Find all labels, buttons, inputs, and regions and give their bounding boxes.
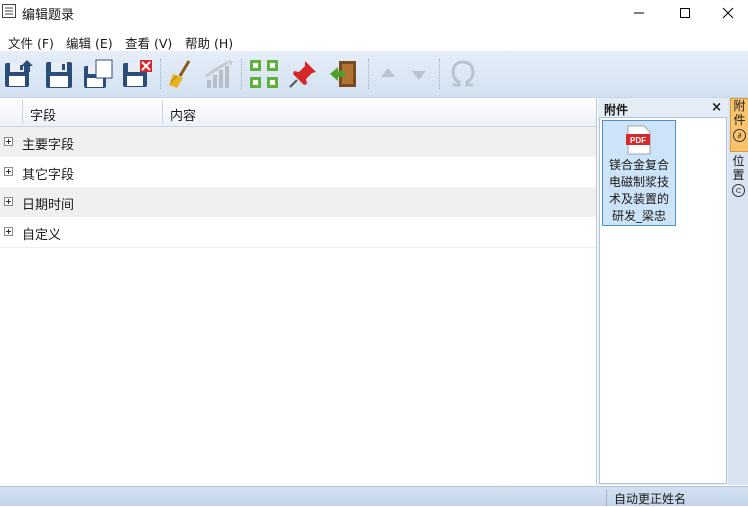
- pin-icon: [289, 61, 316, 88]
- save-icon: [46, 62, 72, 88]
- status-bar: 自动更正姓名: [0, 486, 748, 506]
- clean-button[interactable]: [165, 58, 197, 90]
- expand-plus-icon[interactable]: [4, 197, 13, 206]
- toolbar-separator: [439, 59, 441, 89]
- column-content[interactable]: 内容: [170, 105, 196, 124]
- group-label: 其它字段: [22, 168, 75, 183]
- toolbar: [0, 51, 748, 98]
- save-close-button[interactable]: [121, 58, 153, 90]
- toolbar-separator: [160, 59, 162, 89]
- omega-icon: [451, 60, 475, 87]
- attachments-panel: 附件 × PDF 镁合金复合电磁制浆技术及装置的研发_梁忠: [598, 98, 728, 485]
- save-close-icon: [123, 60, 152, 87]
- pin-button[interactable]: [287, 58, 319, 90]
- toolbar-separator: [368, 59, 370, 89]
- exit-door-icon: [330, 61, 356, 87]
- tab-location[interactable]: 位置 ⊂: [730, 154, 747, 200]
- pdf-file-icon: PDF: [626, 125, 651, 155]
- tab-location-label: 位置: [732, 154, 745, 182]
- close-icon: [722, 7, 734, 18]
- save-as-icon: [5, 60, 33, 87]
- growth-chart-icon: [205, 60, 233, 88]
- minimize-button[interactable]: [616, 0, 662, 25]
- save-as-button[interactable]: [3, 58, 35, 90]
- group-row-datetime[interactable]: 日期时间: [0, 187, 596, 217]
- panel-title: 附件: [604, 103, 629, 117]
- menu-view[interactable]: 查看 (V): [125, 33, 172, 52]
- arrange-button[interactable]: [248, 58, 280, 90]
- panel-header: 附件 ×: [598, 98, 728, 118]
- app-list-icon: [2, 4, 16, 18]
- menu-help[interactable]: 帮助 (H): [185, 33, 233, 52]
- save-copy-button[interactable]: [82, 58, 114, 90]
- down-arrow-icon: [412, 71, 426, 80]
- attachment-list: PDF 镁合金复合电磁制浆技术及装置的研发_梁忠: [599, 117, 727, 484]
- minimize-icon: [634, 12, 644, 13]
- expand-plus-icon[interactable]: [4, 137, 13, 146]
- special-char-button: [447, 58, 479, 90]
- paperclip-icon: ∂: [733, 129, 746, 142]
- exit-button[interactable]: [327, 58, 359, 90]
- menu-file[interactable]: 文件 (F): [8, 33, 54, 52]
- tab-attachments-label: 附件: [733, 99, 746, 127]
- panel-close-button[interactable]: ×: [711, 100, 722, 115]
- group-row-custom[interactable]: 自定义: [0, 217, 596, 248]
- grid-header: 字段 内容: [0, 98, 596, 127]
- expand-plus-icon[interactable]: [4, 227, 13, 236]
- side-tab-strip: 附件 ∂ 位置 ⊂: [728, 98, 748, 485]
- up-arrow-icon: [381, 68, 395, 77]
- move-up-button: [372, 58, 404, 90]
- close-button[interactable]: [708, 0, 748, 25]
- group-label: 日期时间: [22, 198, 75, 213]
- pdf-label: PDF: [630, 136, 646, 145]
- maximize-icon: [680, 7, 690, 18]
- save-copy-icon: [84, 59, 113, 88]
- header-divider: [162, 100, 163, 124]
- attachment-item[interactable]: PDF 镁合金复合电磁制浆技术及装置的研发_梁忠: [602, 120, 676, 226]
- location-icon: ⊂: [732, 184, 745, 197]
- column-field[interactable]: 字段: [30, 105, 56, 124]
- window-title: 编辑题录: [22, 8, 75, 23]
- move-down-button: [403, 58, 435, 90]
- title-bar: 编辑题录: [0, 0, 748, 25]
- status-text: 自动更正姓名: [614, 492, 687, 506]
- group-label: 主要字段: [22, 138, 75, 153]
- header-divider: [22, 100, 23, 124]
- group-row-other[interactable]: 其它字段: [0, 157, 596, 187]
- menu-bar: 文件 (F) 编辑 (E) 查看 (V) 帮助 (H): [0, 27, 748, 51]
- save-button[interactable]: [43, 58, 75, 90]
- group-label: 自定义: [22, 228, 62, 243]
- chart-button: [203, 58, 235, 90]
- toolbar-separator: [241, 59, 243, 89]
- expand-plus-icon[interactable]: [4, 167, 13, 176]
- field-grid: 字段 内容 主要字段 其它字段 日期时间 自定义: [0, 98, 597, 485]
- menu-edit[interactable]: 编辑 (E): [66, 33, 113, 52]
- grid-arrange-icon: [250, 60, 278, 88]
- maximize-button[interactable]: [662, 0, 708, 25]
- attachment-name: 镁合金复合电磁制浆技术及装置的研发_梁忠: [608, 158, 669, 223]
- group-row-main[interactable]: 主要字段: [0, 127, 596, 157]
- status-separator: [606, 490, 607, 506]
- tab-attachments[interactable]: 附件 ∂: [730, 98, 748, 152]
- broom-icon: [169, 60, 191, 88]
